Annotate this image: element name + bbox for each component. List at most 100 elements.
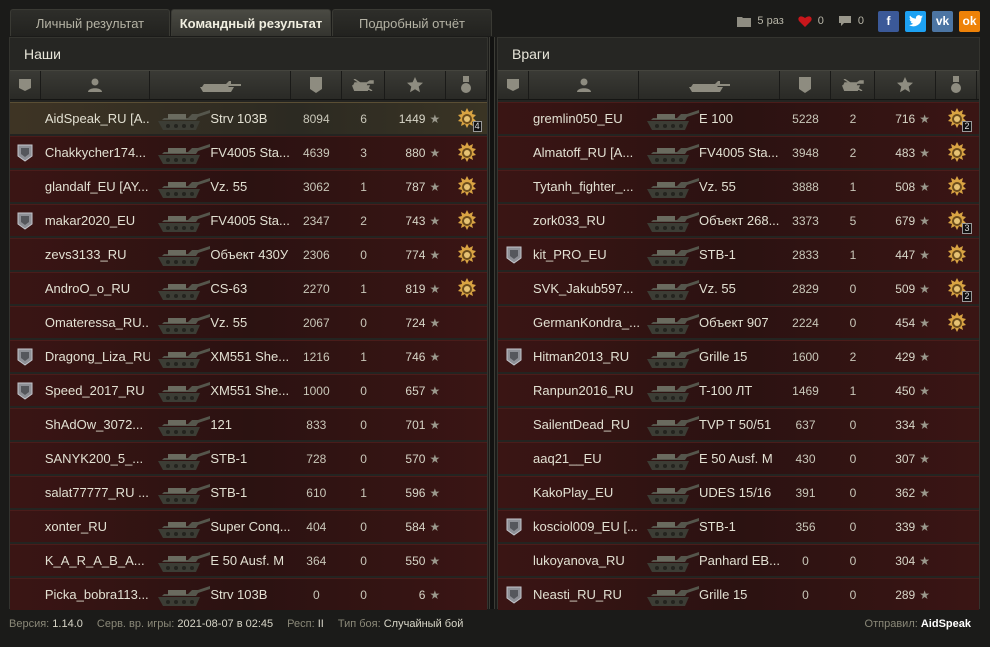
player-name[interactable]: kosciol009_EU [... (529, 511, 639, 542)
sort-by-player-header[interactable] (41, 71, 151, 99)
sort-by-badge-header[interactable] (10, 71, 41, 99)
comment-icon[interactable] (838, 15, 852, 27)
sort-by-xp-header[interactable] (385, 71, 447, 99)
player-name[interactable]: lukoyanova_RU (529, 545, 639, 576)
player-row[interactable]: zork033_RU Объект 268... 3373 5 679 ★ 3 (498, 204, 979, 236)
player-row[interactable]: kosciol009_EU [... STB-1 356 0 339 ★ (498, 510, 979, 542)
player-name[interactable]: kit_PRO_EU (529, 239, 639, 270)
player-name[interactable]: K_A_R_A_B_A... (41, 545, 150, 576)
medal-icon[interactable]: 3 (946, 209, 972, 234)
player-row[interactable]: K_A_R_A_B_A... E 50 Ausf. M 364 0 550 ★ (10, 544, 487, 576)
player-row[interactable]: Picka_bobra113... Strv 103B 0 0 6 ★ (10, 578, 487, 610)
player-row[interactable]: Neasti_RU_RU Grille 15 0 0 289 ★ (498, 578, 979, 610)
player-row[interactable]: SVK_Jakub597... Vz. 55 2829 0 509 ★ 2 (498, 272, 979, 304)
player-name[interactable]: Dragong_Liza_RU (41, 341, 150, 372)
player-name[interactable]: aaq21__EU (529, 443, 639, 474)
player-name[interactable]: zork033_RU (529, 205, 639, 236)
version-info: Версия: 1.14.0 (9, 618, 83, 630)
player-row[interactable]: Speed_2017_RU XM551 She... 1000 0 657 ★ (10, 374, 487, 406)
player-row[interactable]: Dragong_Liza_RU XM551 She... 1216 1 746 ★ (10, 340, 487, 372)
player-name[interactable]: AidSpeak_RU [A... (41, 103, 150, 134)
medal-icon[interactable]: 4 (456, 107, 482, 132)
xp-cell: 447 ★ (875, 239, 936, 270)
player-name[interactable]: gremlin050_EU (529, 103, 639, 134)
medal-icon[interactable]: 2 (946, 107, 972, 132)
sort-by-kills-header[interactable] (342, 71, 386, 99)
player-row[interactable]: Almatoff_RU [A... FV4005 Sta... 3948 2 483 ★ (498, 136, 979, 168)
medal-icon[interactable] (456, 277, 478, 300)
medal-icon[interactable] (946, 141, 968, 164)
sort-by-xp-header[interactable] (875, 71, 936, 99)
player-row[interactable]: glandalf_EU [AY... Vz. 55 3062 1 787 ★ (10, 170, 487, 202)
medal-icon[interactable] (456, 141, 478, 164)
player-row[interactable]: Tytanh_fighter_... Vz. 55 3888 1 508 ★ (498, 170, 979, 202)
sort-by-tank-header[interactable] (639, 71, 780, 99)
player-name[interactable]: xonter_RU (41, 511, 150, 542)
player-name[interactable]: SailentDead_RU (529, 409, 639, 440)
player-row[interactable]: Omateressa_RU... Vz. 55 2067 0 724 ★ (10, 306, 487, 338)
medal-icon[interactable] (456, 209, 478, 232)
player-row[interactable]: kit_PRO_EU STB-1 2833 1 447 ★ (498, 238, 979, 270)
sort-by-damage-header[interactable] (780, 71, 831, 99)
player-name[interactable]: makar2020_EU (41, 205, 150, 236)
player-name[interactable]: SANYK200_5_... (41, 443, 150, 474)
player-name[interactable]: AndroO_o_RU (41, 273, 150, 304)
player-row[interactable]: GermanKondra_... Объект 907 2224 0 454 ★ (498, 306, 979, 338)
player-name[interactable]: ShAdOw_3072... (41, 409, 150, 440)
player-row[interactable]: gremlin050_EU E 100 5228 2 716 ★ 2 (498, 102, 979, 134)
sender-name[interactable]: AidSpeak (921, 618, 971, 630)
medal-icon[interactable] (946, 175, 968, 198)
sort-by-badge-header[interactable] (498, 71, 529, 99)
sort-by-player-header[interactable] (529, 71, 639, 99)
medal-icon[interactable] (946, 243, 968, 266)
player-name[interactable]: Almatoff_RU [A... (529, 137, 639, 168)
player-row[interactable]: aaq21__EU E 50 Ausf. M 430 0 307 ★ (498, 442, 979, 474)
player-name[interactable]: KakoPlay_EU (529, 477, 639, 508)
player-row[interactable]: Hitman2013_RU Grille 15 1600 2 429 ★ (498, 340, 979, 372)
player-name[interactable]: Omateressa_RU... (41, 307, 150, 338)
sort-by-kills-header[interactable] (831, 71, 875, 99)
player-name[interactable]: Speed_2017_RU (41, 375, 150, 406)
player-row[interactable]: Chakkycher174... FV4005 Sta... 4639 3 880 ★ (10, 136, 487, 168)
player-row[interactable]: AidSpeak_RU [A... Strv 103B 8094 6 1449 ★ 4 (10, 102, 487, 134)
player-name[interactable]: zevs3133_RU (41, 239, 150, 270)
player-name[interactable]: Chakkycher174... (41, 137, 150, 168)
odnoklassniki-share-button[interactable]: ok (959, 10, 980, 32)
player-name[interactable]: SVK_Jakub597... (529, 273, 639, 304)
heart-icon[interactable] (798, 15, 812, 27)
player-row[interactable]: AndroO_o_RU CS-63 2270 1 819 ★ (10, 272, 487, 304)
medal-icon[interactable] (456, 243, 478, 266)
tab-team-result[interactable]: Командный результат (171, 9, 331, 36)
sort-by-damage-header[interactable] (291, 71, 342, 99)
twitter-share-button[interactable] (905, 10, 926, 32)
sort-by-medals-header[interactable] (446, 71, 487, 99)
player-row[interactable]: xonter_RU Super Conq... 404 0 584 ★ (10, 510, 487, 542)
player-name[interactable]: Picka_bobra113... (41, 579, 150, 610)
player-row[interactable]: salat77777_RU ... STB-1 610 1 596 ★ (10, 476, 487, 508)
tab-detailed-report[interactable]: Подробный отчёт (332, 9, 492, 36)
player-name[interactable]: salat77777_RU ... (41, 477, 150, 508)
player-name[interactable]: glandalf_EU [AY... (41, 171, 150, 202)
player-row[interactable]: SANYK200_5_... STB-1 728 0 570 ★ (10, 442, 487, 474)
tab-personal-result[interactable]: Личный результат (10, 9, 170, 36)
player-row[interactable]: Ranpun2016_RU T-100 ЛТ 1469 1 450 ★ (498, 374, 979, 406)
player-row[interactable]: SailentDead_RU TVP T 50/51 637 0 334 ★ (498, 408, 979, 440)
player-row[interactable]: zevs3133_RU Объект 430У 2306 0 774 ★ (10, 238, 487, 270)
player-name[interactable]: Ranpun2016_RU (529, 375, 639, 406)
medal-icon[interactable]: 2 (946, 277, 972, 302)
player-name[interactable]: GermanKondra_... (529, 307, 639, 338)
medal-icon[interactable] (456, 175, 478, 198)
player-name[interactable]: Neasti_RU_RU (529, 579, 639, 610)
player-row[interactable]: makar2020_EU FV4005 Sta... 2347 2 743 ★ (10, 204, 487, 236)
tank-name: STB-1 (210, 451, 248, 466)
player-row[interactable]: KakoPlay_EU UDES 15/16 391 0 362 ★ (498, 476, 979, 508)
sort-by-tank-header[interactable] (150, 71, 291, 99)
player-row[interactable]: ShAdOw_3072... 121 833 0 701 ★ (10, 408, 487, 440)
player-name[interactable]: Hitman2013_RU (529, 341, 639, 372)
facebook-share-button[interactable]: f (878, 10, 899, 32)
medal-icon[interactable] (946, 311, 968, 334)
vk-share-button[interactable]: vk (932, 10, 953, 32)
sort-by-medals-header[interactable] (936, 71, 977, 99)
player-row[interactable]: lukoyanova_RU Panhard EB... 0 0 304 ★ (498, 544, 979, 576)
player-name[interactable]: Tytanh_fighter_... (529, 171, 639, 202)
